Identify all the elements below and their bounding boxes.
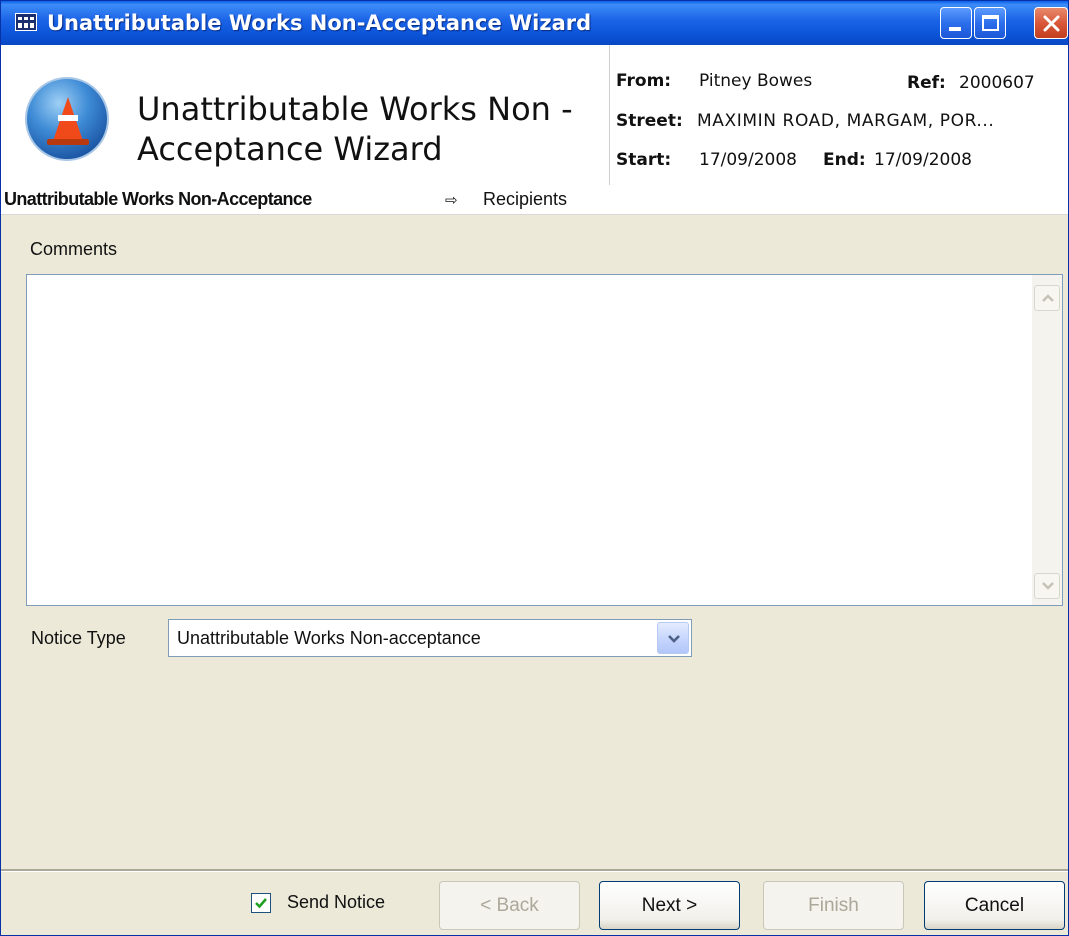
traffic-cone-icon <box>25 77 109 161</box>
footer-divider <box>1 869 1068 872</box>
ref-value: 2000607 <box>959 73 1035 93</box>
header-title: Unattributable Works Non -Acceptance Wiz… <box>137 90 573 168</box>
arrow-right-icon: ⇨ <box>445 192 458 209</box>
notice-type-value: Unattributable Works Non-acceptance <box>177 628 481 648</box>
from-value: Pitney Bowes <box>699 71 813 91</box>
scroll-up-button[interactable] <box>1034 285 1060 311</box>
ref-label: Ref: <box>907 73 946 93</box>
chevron-down-icon <box>1042 582 1054 590</box>
start-label: Start: <box>616 150 672 170</box>
end-label: End: <box>823 150 866 170</box>
wizard-header: Unattributable Works Non -Acceptance Wiz… <box>1 45 1068 185</box>
works-info-panel: From: Pitney Bowes Ref: 2000607 Street: … <box>609 45 1068 185</box>
notice-type-label: Notice Type <box>31 628 126 648</box>
wizard-window: Unattributable Works Non-Acceptance Wiza… <box>0 0 1069 936</box>
breadcrumb: Unattributable Works Non-Acceptance ⇨ Re… <box>1 185 1068 215</box>
app-icon <box>15 13 37 31</box>
back-button[interactable]: < Back <box>439 881 580 930</box>
start-value: 17/09/2008 <box>699 150 797 170</box>
close-icon <box>1043 15 1060 32</box>
chevron-down-icon <box>668 635 680 643</box>
next-button[interactable]: Next > <box>599 881 740 930</box>
send-notice-label[interactable]: Send Notice <box>287 892 385 913</box>
maximize-icon <box>982 15 999 31</box>
minimize-button[interactable] <box>940 7 972 39</box>
breadcrumb-current-step: Unattributable Works Non-Acceptance <box>4 189 312 209</box>
finish-button[interactable]: Finish <box>763 881 904 930</box>
street-value: MAXIMIN ROAD, MARGAM, POR... <box>697 111 995 131</box>
minimize-icon <box>949 27 961 31</box>
checkmark-icon <box>255 898 267 909</box>
send-notice-checkbox[interactable] <box>251 893 271 913</box>
chevron-up-icon <box>1042 294 1054 302</box>
dropdown-button[interactable] <box>657 622 689 654</box>
cancel-button[interactable]: Cancel <box>924 881 1065 930</box>
notice-type-dropdown[interactable]: Unattributable Works Non-acceptance <box>168 619 692 657</box>
comments-label: Comments <box>30 239 118 259</box>
scroll-down-button[interactable] <box>1034 573 1060 599</box>
comments-scrollbar[interactable] <box>1032 275 1062 605</box>
street-label: Street: <box>616 111 683 131</box>
window-title: Unattributable Works Non-Acceptance Wiza… <box>47 11 592 35</box>
title-bar[interactable]: Unattributable Works Non-Acceptance Wiza… <box>1 1 1068 45</box>
comments-textarea[interactable] <box>26 274 1063 606</box>
maximize-button[interactable] <box>974 7 1006 39</box>
from-label: From: <box>616 71 672 91</box>
end-value: 17/09/2008 <box>874 150 972 170</box>
close-window-button[interactable] <box>1034 7 1068 39</box>
breadcrumb-next-step: Recipients <box>483 189 568 209</box>
